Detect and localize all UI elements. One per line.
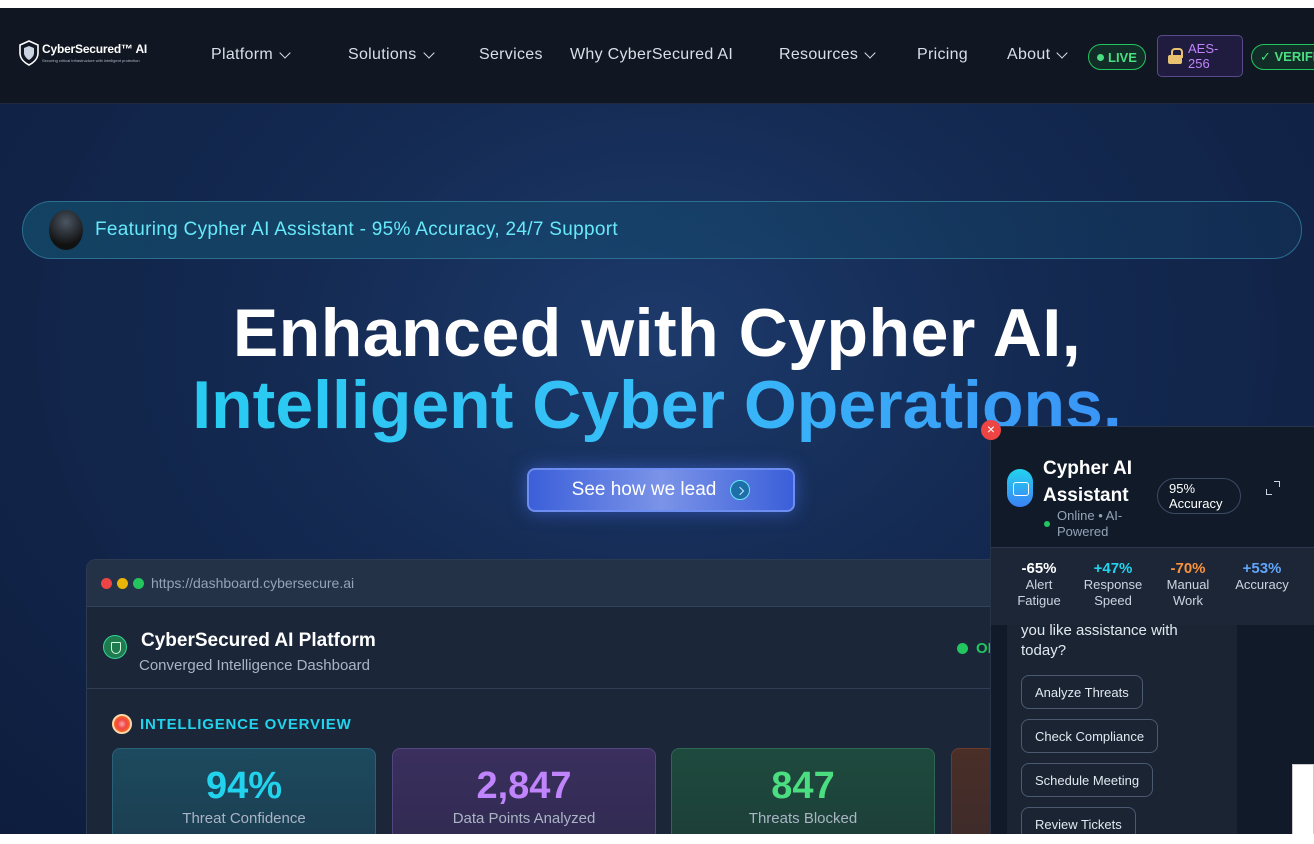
stat-card-threats-blocked: 847 Threats Blocked <box>671 748 935 834</box>
quick-action-review-tickets[interactable]: Review Tickets <box>1021 807 1136 834</box>
verified-badge-label: ✓ VERIFIED <box>1260 49 1314 64</box>
hero-headline: Enhanced with Cypher AI, <box>232 295 1082 371</box>
target-icon <box>112 714 132 734</box>
nav-solutions[interactable]: Solutions <box>348 46 435 64</box>
close-chat-button[interactable]: × <box>981 420 1001 440</box>
metric-label: Response Speed <box>1083 577 1143 608</box>
aes-badge: AES-256 <box>1157 35 1243 77</box>
nav-platform[interactable]: Platform <box>211 46 291 64</box>
quick-action-check-compliance[interactable]: Check Compliance <box>1021 719 1159 753</box>
nav-about-label: About <box>1007 46 1051 63</box>
metric-label: Alert Fatigue <box>1017 577 1061 608</box>
top-nav: CyberSecured™ AI Securing critical infra… <box>0 8 1314 104</box>
chat-widget: Cypher AI Assistant Online • AI-Powered … <box>990 426 1314 834</box>
quick-action-analyze-threats[interactable]: Analyze Threats <box>1021 675 1143 709</box>
nav-about[interactable]: About <box>1007 46 1068 64</box>
nav-resources[interactable]: Resources <box>779 46 876 64</box>
live-badge-label: LIVE <box>1108 49 1137 65</box>
accuracy-badge: 95% Accuracy <box>1157 478 1241 514</box>
browser-url: https://dashboard.cybersecure.ai <box>151 575 355 591</box>
nav-why-label: Why CyberSecured AI <box>570 46 734 63</box>
metric-alert-fatigue: -65% Alert Fatigue <box>1002 560 1076 609</box>
cta-label: See how we lead <box>571 479 717 500</box>
section-label: INTELLIGENCE OVERVIEW <box>140 715 352 733</box>
expand-icon[interactable] <box>1266 481 1280 495</box>
stat-value: 94% <box>205 765 283 807</box>
announcement-banner[interactable]: Featuring Cypher AI Assistant - 95% Accu… <box>22 201 1302 259</box>
live-dot-icon <box>1097 53 1104 61</box>
banner-text: Featuring Cypher AI Assistant - 95% Accu… <box>95 219 618 240</box>
chat-metrics: -65% Alert Fatigue +47% Response Speed -… <box>991 547 1314 625</box>
bottom-edge <box>0 834 1314 844</box>
status-dot-icon <box>957 643 968 654</box>
nav-pricing[interactable]: Pricing <box>917 46 968 64</box>
metric-manual-work: -70% Manual Work <box>1151 560 1225 609</box>
metric-response-speed: +47% Response Speed <box>1076 560 1150 609</box>
metric-value: -70% <box>1170 560 1206 577</box>
live-badge: LIVE <box>1088 44 1146 70</box>
stat-label: Threat Confidence <box>182 810 306 827</box>
robot-icon <box>1007 469 1033 507</box>
nav-why[interactable]: Why CyberSecured AI <box>570 46 733 64</box>
quick-action-schedule-meeting[interactable]: Schedule Meeting <box>1021 763 1154 797</box>
nav-services[interactable]: Services <box>479 46 543 64</box>
lock-icon <box>1168 48 1183 64</box>
minimize-dot-icon <box>117 577 128 589</box>
stat-value: 2,847 <box>476 765 572 807</box>
chat-status: Online • AI-Powered <box>1057 508 1123 539</box>
nav-solutions-label: Solutions <box>348 46 417 63</box>
overlay-corner <box>1292 764 1314 844</box>
nav-resources-label: Resources <box>779 46 859 63</box>
assistant-message: you like assistance with today? <box>1021 622 1178 659</box>
stat-label: Data Points Analyzed <box>452 810 596 827</box>
nav-services-label: Services <box>479 46 543 63</box>
stat-value: 847 <box>771 765 835 807</box>
arrow-right-icon <box>730 480 751 500</box>
logo[interactable]: CyberSecured™ AI Securing critical infra… <box>18 40 158 70</box>
logo-tagline: Securing critical infrastructure with in… <box>42 58 140 63</box>
chevron-down-icon <box>1056 47 1068 59</box>
nav-platform-label: Platform <box>211 46 273 63</box>
page: CyberSecured™ AI Securing critical infra… <box>0 8 1314 834</box>
stat-label: Threats Blocked <box>748 810 858 827</box>
aes-badge-label: AES-256 <box>1188 41 1219 71</box>
metric-label: Accuracy <box>1235 577 1289 592</box>
cypher-avatar <box>49 210 83 250</box>
browser-bar: https://dashboard.cybersecure.ai <box>87 560 1085 607</box>
shield-logo-icon <box>19 40 39 66</box>
see-how-we-lead-button[interactable]: See how we lead <box>527 468 795 512</box>
chat-title: Cypher AI Assistant <box>1043 458 1133 506</box>
logo-text: CyberSecured™ AI <box>42 42 148 56</box>
metric-value: +53% <box>1242 560 1282 577</box>
online-dot-icon <box>1044 521 1050 527</box>
dashboard-subtitle: Converged Intelligence Dashboard <box>139 657 370 674</box>
dashboard-preview: https://dashboard.cybersecure.ai CyberSe… <box>86 559 1086 834</box>
metric-value: +47% <box>1093 560 1133 577</box>
stat-card-threat-confidence: 94% Threat Confidence <box>112 748 376 834</box>
chat-message-area: you like assistance with today? Analyze … <box>1007 622 1237 834</box>
chevron-down-icon <box>279 47 291 59</box>
divider <box>87 688 1085 689</box>
metric-accuracy: +53% Accuracy <box>1225 560 1299 593</box>
chevron-down-icon <box>864 47 876 59</box>
intelligence-overview-heading: INTELLIGENCE OVERVIEW <box>112 714 352 734</box>
shield-check-icon <box>103 635 127 659</box>
nav-pricing-label: Pricing <box>917 46 969 63</box>
stat-card-data-points: 2,847 Data Points Analyzed <box>392 748 656 834</box>
dashboard-title: CyberSecured AI Platform <box>141 630 376 651</box>
metric-value: -65% <box>1021 560 1057 577</box>
chevron-down-icon <box>422 47 435 59</box>
close-dot-icon <box>101 577 112 589</box>
maximize-dot-icon <box>133 577 144 589</box>
metric-label: Manual Work <box>1166 577 1210 608</box>
verified-badge: ✓ VERIFIED <box>1251 44 1314 70</box>
